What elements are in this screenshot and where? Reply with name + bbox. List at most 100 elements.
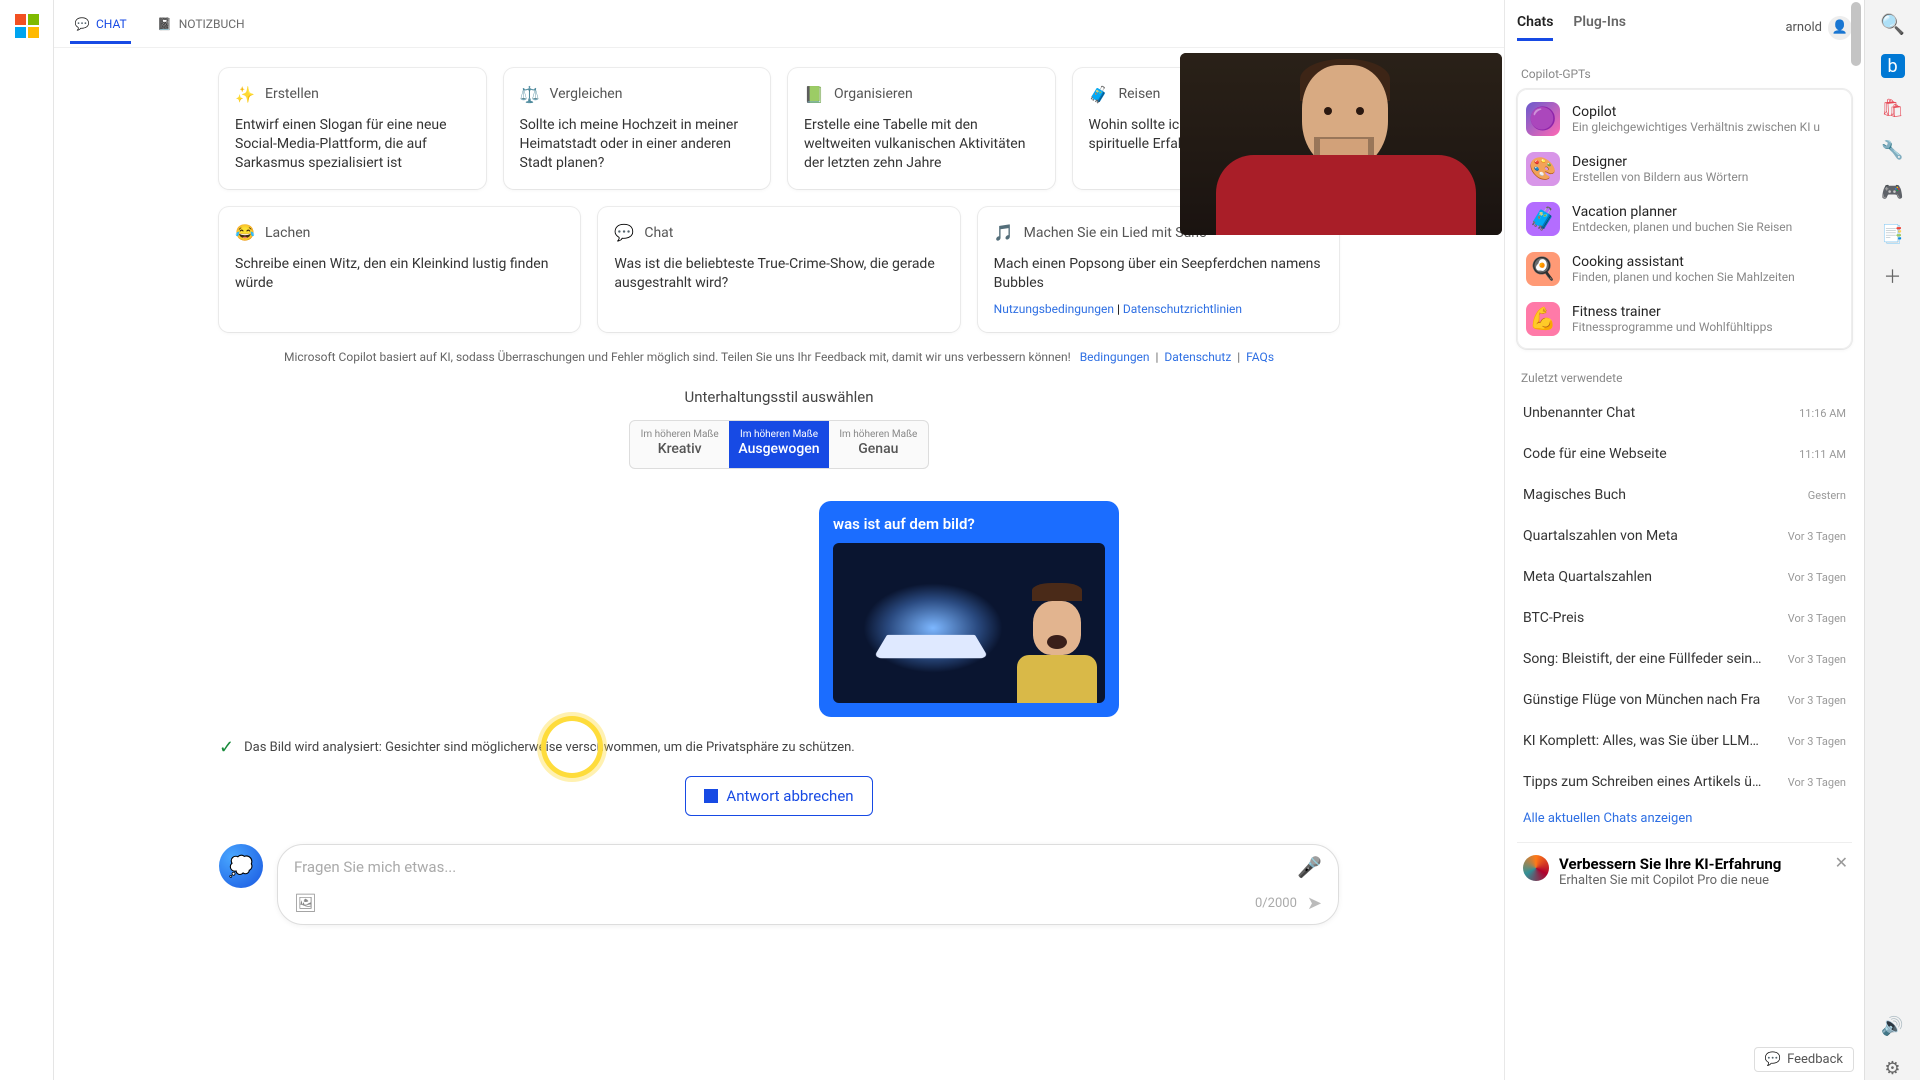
suggestion-body: Erstelle eine Tabelle mit den weltweiten… [804,116,1039,173]
recent-chat-item[interactable]: Meta QuartalszahlenVor 3 Tagen [1517,557,1852,598]
disclaimer: Microsoft Copilot basiert auf KI, sodass… [219,350,1339,364]
gpt-list: 🟣 CopilotEin gleichgewichtiges Verhältni… [1517,89,1852,349]
privacy-link[interactable]: Datenschutz [1164,350,1231,364]
suggestion-card[interactable]: ⚖️ Vergleichen Sollte ich meine Hochzeit… [504,68,771,189]
message-input[interactable] [294,858,1297,876]
suggestion-title: Chat [644,225,673,241]
gpt-item[interactable]: 🧳 Vacation plannerEntdecken, planen und … [1520,194,1849,244]
avatar-icon: 👤 [1828,16,1852,40]
new-topic-button[interactable]: 💭 [219,844,263,888]
suggestion-card[interactable]: 😂 Lachen Schreibe einen Witz, den ein Kl… [219,207,580,333]
style-precise[interactable]: Im höheren MaßeGenau [829,421,928,468]
suggestion-icon: 😂 [235,223,255,243]
recent-chat-item[interactable]: Song: Bleistift, der eine Füllfeder sein… [1517,639,1852,680]
games-icon[interactable]: 🎮 [1881,180,1905,204]
uploaded-image[interactable] [833,543,1105,703]
suggestion-title: Organisieren [834,86,913,102]
composer: 🎤 🖼 0/2000 ➤ [277,844,1339,925]
user-question: was ist auf dem bild? [833,515,1105,533]
top-tabs: 💬 CHAT 📓 NOTIZBUCH [54,0,1504,48]
gpt-icon: 🎨 [1526,152,1560,186]
main-column: 💬 CHAT 📓 NOTIZBUCH ✨ Erstellen Entwirf e… [54,0,1504,1080]
scrollbar[interactable] [1851,0,1863,1080]
user-menu[interactable]: arnold 👤 [1785,16,1852,40]
suggestion-row-1: ✨ Erstellen Entwirf einen Slogan für ein… [219,68,1339,189]
bing-chat-icon[interactable]: b [1881,54,1905,78]
feedback-button[interactable]: 💬 Feedback [1754,1047,1854,1072]
suggestion-card[interactable]: ✨ Erstellen Entwirf einen Slogan für ein… [219,68,486,189]
recent-chat-item[interactable]: Code für eine Webseite11:11 AM [1517,434,1852,475]
tab-chats[interactable]: Chats [1517,14,1553,41]
style-title: Unterhaltungsstil auswählen [78,388,1480,406]
stop-icon [704,789,718,803]
suggestion-body: Entwirf einen Slogan für eine neue Socia… [235,116,470,173]
char-counter: 0/2000 [1255,896,1297,911]
recent-chat-item[interactable]: Magisches BuchGestern [1517,475,1852,516]
suggestion-body: Was ist die beliebteste True-Crime-Show,… [614,255,943,293]
suggestion-icon: 🧳 [1089,84,1109,104]
gpts-section-title: Copilot-GPTs [1521,67,1848,81]
promo-icon [1523,855,1549,881]
promo-banner[interactable]: Verbessern Sie Ihre KI-Erfahrung Erhalte… [1517,842,1852,888]
suggestion-body: Schreibe einen Witz, den ein Kleinkind l… [235,255,564,293]
recent-chat-item[interactable]: Günstige Flüge von München nach FraVor 3… [1517,680,1852,721]
webcam-overlay [1180,53,1502,235]
recent-section-title: Zuletzt verwendete [1521,371,1848,385]
close-icon[interactable]: ✕ [1835,853,1848,872]
suggestion-body: Sollte ich meine Hochzeit in meiner Heim… [520,116,755,173]
gpt-item[interactable]: 🎨 DesignerErstellen von Bildern aus Wört… [1520,144,1849,194]
chat-icon: 💬 [74,16,90,32]
conversation-style-toggle: Im höheren MaßeKreativ Im höheren MaßeAu… [629,420,929,469]
suggestion-row-2: 😂 Lachen Schreibe einen Witz, den ein Kl… [219,207,1339,333]
shopping-icon[interactable]: 🛍 [1881,96,1905,120]
tab-notebook[interactable]: 📓 NOTIZBUCH [153,4,249,44]
style-balanced[interactable]: Im höheren MaßeAusgewogen [729,421,828,468]
search-icon[interactable]: 🔍 [1881,12,1905,36]
tab-plugins[interactable]: Plug-Ins [1573,14,1626,41]
suggestion-icon: 🎵 [994,223,1014,243]
status-text: Das Bild wird analysiert: Gesichter sind… [244,740,855,755]
suggestion-icon: 📗 [804,84,824,104]
notebook-icon: 📓 [157,16,173,32]
privacy-link[interactable]: Datenschutzrichtlinien [1123,302,1242,316]
terms-link[interactable]: Nutzungsbedingungen [994,302,1114,316]
gpt-item[interactable]: 💪 Fitness trainerFitnessprogramme und Wo… [1520,294,1849,344]
settings-icon[interactable]: ⚙ [1881,1056,1905,1080]
style-creative[interactable]: Im höheren MaßeKreativ [630,421,729,468]
tab-chat[interactable]: 💬 CHAT [70,4,131,44]
gpt-icon: 💪 [1526,302,1560,336]
suggestion-title: Vergleichen [550,86,623,102]
suggestion-icon: ⚖️ [520,84,540,104]
recent-chat-item[interactable]: Quartalszahlen von MetaVor 3 Tagen [1517,516,1852,557]
suggestion-title: Erstellen [265,86,319,102]
suggestion-card[interactable]: 📗 Organisieren Erstelle eine Tabelle mit… [788,68,1055,189]
suggestion-card[interactable]: 💬 Chat Was ist die beliebteste True-Crim… [598,207,959,333]
faq-link[interactable]: FAQs [1246,350,1274,364]
recent-chat-item[interactable]: Tipps zum Schreiben eines Artikels übeVo… [1517,762,1852,803]
composer-area: 💭 🎤 🖼 0/2000 ➤ [219,844,1339,945]
collections-icon[interactable]: 📑 [1881,222,1905,246]
recent-chat-item[interactable]: Unbenannter Chat11:16 AM [1517,393,1852,434]
add-icon[interactable]: ＋ [1881,264,1905,288]
gpt-icon: 🟣 [1526,102,1560,136]
user-bubble: was ist auf dem bild? [819,501,1119,717]
send-icon[interactable]: ➤ [1307,893,1322,914]
image-upload-icon[interactable]: 🖼 [294,893,317,914]
suggestion-icon: 💬 [614,223,634,243]
feedback-icon: 💬 [1765,1052,1781,1067]
gpt-item[interactable]: 🍳 Cooking assistantFinden, planen und ko… [1520,244,1849,294]
content-scroll[interactable]: ✨ Erstellen Entwirf einen Slogan für ein… [54,48,1504,1080]
tools-icon[interactable]: 🔧 [1881,138,1905,162]
suggestion-body: Mach einen Popsong über ein Seepferdchen… [994,255,1323,293]
mic-icon[interactable]: 🎤 [1297,855,1322,879]
user-message: was ist auf dem bild? [439,501,1119,717]
recent-chat-item[interactable]: BTC-PreisVor 3 Tagen [1517,598,1852,639]
new-topic-icon: 💭 [229,854,254,878]
gpt-icon: 🍳 [1526,252,1560,286]
terms-link[interactable]: Bedingungen [1080,350,1150,364]
gpt-item[interactable]: 🟣 CopilotEin gleichgewichtiges Verhältni… [1520,94,1849,144]
speaker-icon[interactable]: 🔊 [1881,1014,1905,1038]
recent-chat-item[interactable]: KI Komplett: Alles, was Sie über LLMs uV… [1517,721,1852,762]
view-all-chats[interactable]: Alle aktuellen Chats anzeigen [1517,803,1852,834]
stop-response-button[interactable]: Antwort abbrechen [685,776,872,816]
